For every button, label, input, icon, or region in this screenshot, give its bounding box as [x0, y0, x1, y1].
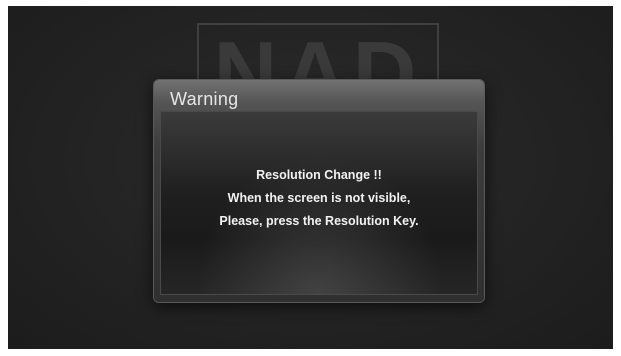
message-line-2: When the screen is not visible, [227, 191, 411, 205]
tv-screen: NAD Warning Resolution Change !! When th… [8, 6, 613, 349]
dialog-title: Warning [170, 89, 239, 109]
warning-dialog: Warning Resolution Change !! When the sc… [154, 80, 484, 302]
message-line-1: Resolution Change !! [256, 168, 382, 182]
dialog-message-panel: Resolution Change !! When the screen is … [160, 111, 478, 295]
message-line-3: Please, press the Resolution Key. [219, 214, 419, 228]
